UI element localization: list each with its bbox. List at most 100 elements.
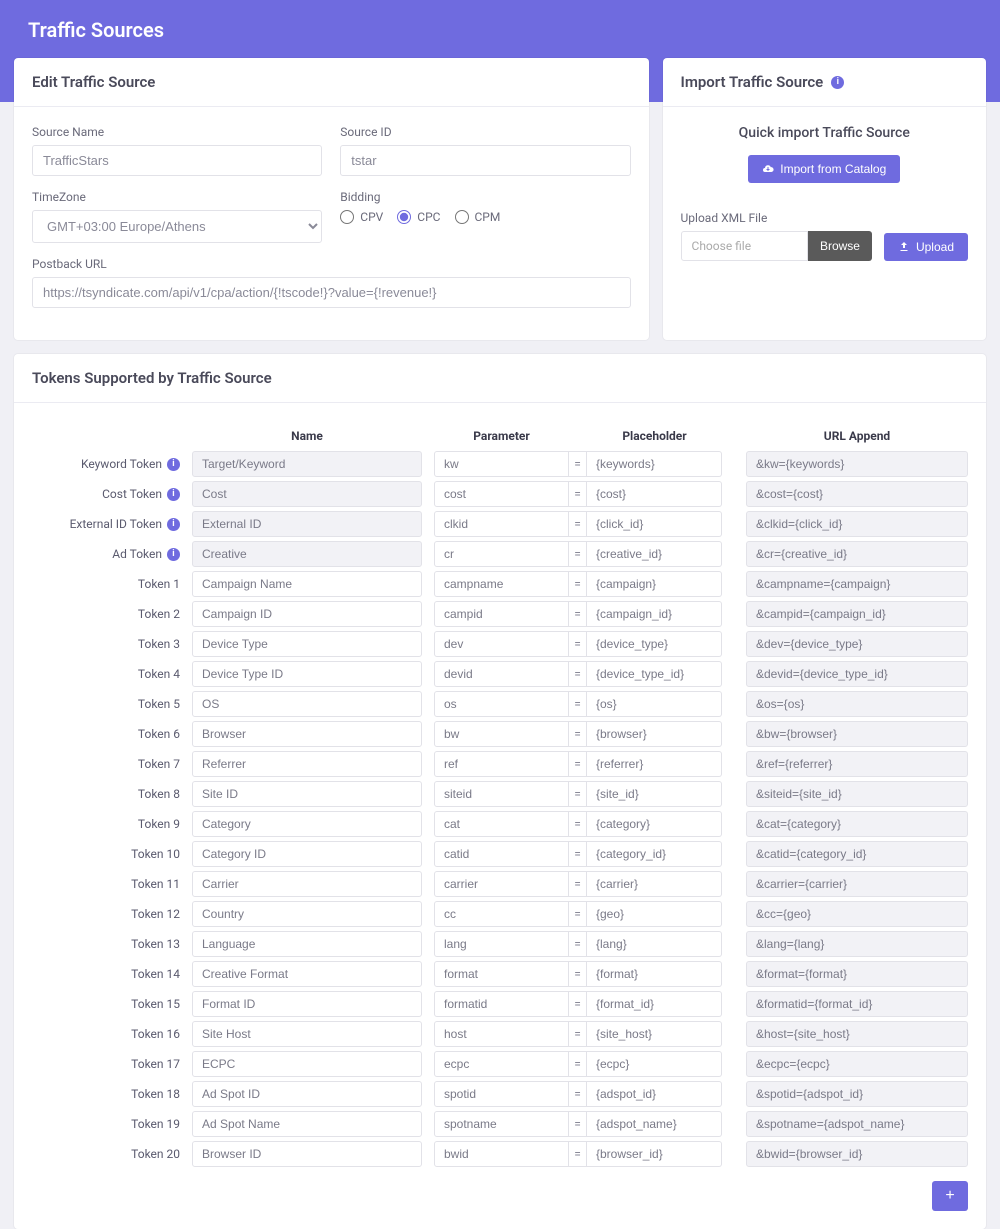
token-name-input[interactable] bbox=[192, 1111, 422, 1137]
token-url-append bbox=[746, 1051, 968, 1077]
token-placeholder-input[interactable] bbox=[587, 1021, 722, 1047]
token-param-input[interactable] bbox=[434, 991, 569, 1017]
token-param-input[interactable] bbox=[434, 511, 569, 537]
add-token-button[interactable]: + bbox=[932, 1181, 968, 1211]
token-name-input[interactable] bbox=[192, 541, 422, 567]
token-placeholder-input[interactable] bbox=[587, 691, 722, 717]
token-row-label: Token 15 bbox=[32, 997, 192, 1011]
source-id-input[interactable] bbox=[340, 145, 630, 176]
token-placeholder-input[interactable] bbox=[587, 571, 722, 597]
token-param-input[interactable] bbox=[434, 541, 569, 567]
token-name-input[interactable] bbox=[192, 1021, 422, 1047]
token-param-input[interactable] bbox=[434, 781, 569, 807]
token-placeholder-input[interactable] bbox=[587, 961, 722, 987]
token-param-input[interactable] bbox=[434, 871, 569, 897]
token-placeholder-input[interactable] bbox=[587, 1141, 722, 1167]
token-name-input[interactable] bbox=[192, 661, 422, 687]
token-placeholder-input[interactable] bbox=[587, 631, 722, 657]
token-placeholder-input[interactable] bbox=[587, 781, 722, 807]
token-param-input[interactable] bbox=[434, 811, 569, 837]
token-row-label: Token 20 bbox=[32, 1147, 192, 1161]
bidding-cpc[interactable]: CPC bbox=[397, 210, 440, 224]
token-placeholder-input[interactable] bbox=[587, 871, 722, 897]
token-name-input[interactable] bbox=[192, 841, 422, 867]
token-param-input[interactable] bbox=[434, 1051, 569, 1077]
bidding-cpm[interactable]: CPM bbox=[455, 210, 501, 224]
file-input[interactable]: Choose file bbox=[681, 231, 808, 261]
token-param-input[interactable] bbox=[434, 841, 569, 867]
token-placeholder-input[interactable] bbox=[587, 1051, 722, 1077]
token-name-input[interactable] bbox=[192, 781, 422, 807]
token-placeholder-input[interactable] bbox=[587, 931, 722, 957]
token-name-input[interactable] bbox=[192, 721, 422, 747]
token-name-input[interactable] bbox=[192, 631, 422, 657]
token-param-input[interactable] bbox=[434, 571, 569, 597]
token-param-input[interactable] bbox=[434, 1111, 569, 1137]
token-param-input[interactable] bbox=[434, 751, 569, 777]
token-param-input[interactable] bbox=[434, 961, 569, 987]
page-title: Traffic Sources bbox=[28, 18, 972, 42]
token-placeholder-input[interactable] bbox=[587, 601, 722, 627]
token-param-input[interactable] bbox=[434, 721, 569, 747]
token-param-input[interactable] bbox=[434, 601, 569, 627]
token-placeholder-input[interactable] bbox=[587, 721, 722, 747]
token-placeholder-input[interactable] bbox=[587, 511, 722, 537]
info-icon[interactable]: i bbox=[167, 458, 180, 471]
token-name-input[interactable] bbox=[192, 901, 422, 927]
token-placeholder-input[interactable] bbox=[587, 541, 722, 567]
token-name-input[interactable] bbox=[192, 571, 422, 597]
token-param-input[interactable] bbox=[434, 1021, 569, 1047]
token-placeholder-input[interactable] bbox=[587, 481, 722, 507]
token-name-input[interactable] bbox=[192, 811, 422, 837]
info-icon[interactable]: i bbox=[831, 76, 844, 89]
timezone-select[interactable]: GMT+03:00 Europe/Athens bbox=[32, 210, 322, 243]
token-name-input[interactable] bbox=[192, 751, 422, 777]
token-param-input[interactable] bbox=[434, 481, 569, 507]
token-name-input[interactable] bbox=[192, 961, 422, 987]
token-param-input[interactable] bbox=[434, 931, 569, 957]
source-name-input[interactable] bbox=[32, 145, 322, 176]
token-placeholder-input[interactable] bbox=[587, 901, 722, 927]
token-name-input[interactable] bbox=[192, 601, 422, 627]
equals-separator: = bbox=[569, 931, 587, 957]
token-param-input[interactable] bbox=[434, 691, 569, 717]
token-name-input[interactable] bbox=[192, 1051, 422, 1077]
token-placeholder-input[interactable] bbox=[587, 991, 722, 1017]
token-param-input[interactable] bbox=[434, 661, 569, 687]
token-url-append bbox=[746, 601, 968, 627]
token-param-input[interactable] bbox=[434, 1141, 569, 1167]
token-name-input[interactable] bbox=[192, 691, 422, 717]
info-icon[interactable]: i bbox=[167, 488, 180, 501]
token-placeholder-input[interactable] bbox=[587, 451, 722, 477]
equals-separator: = bbox=[569, 811, 587, 837]
upload-button[interactable]: Upload bbox=[884, 233, 968, 261]
tokens-card-title: Tokens Supported by Traffic Source bbox=[14, 354, 986, 403]
token-name-input[interactable] bbox=[192, 991, 422, 1017]
token-placeholder-input[interactable] bbox=[587, 661, 722, 687]
token-placeholder-input[interactable] bbox=[587, 1081, 722, 1107]
token-placeholder-input[interactable] bbox=[587, 751, 722, 777]
info-icon[interactable]: i bbox=[167, 548, 180, 561]
token-param-input[interactable] bbox=[434, 901, 569, 927]
token-param-input[interactable] bbox=[434, 631, 569, 657]
info-icon[interactable]: i bbox=[167, 518, 180, 531]
token-placeholder-input[interactable] bbox=[587, 1111, 722, 1137]
token-param-input[interactable] bbox=[434, 1081, 569, 1107]
token-placeholder-input[interactable] bbox=[587, 841, 722, 867]
postback-input[interactable] bbox=[32, 277, 631, 308]
equals-separator: = bbox=[569, 901, 587, 927]
import-from-catalog-button[interactable]: Import from Catalog bbox=[748, 155, 900, 183]
bidding-cpv[interactable]: CPV bbox=[340, 210, 383, 224]
token-name-input[interactable] bbox=[192, 871, 422, 897]
token-name-input[interactable] bbox=[192, 1081, 422, 1107]
token-name-input[interactable] bbox=[192, 931, 422, 957]
token-name-input[interactable] bbox=[192, 511, 422, 537]
token-name-input[interactable] bbox=[192, 481, 422, 507]
tokens-header-row: Name Parameter Placeholder URL Append bbox=[32, 421, 968, 451]
browse-button[interactable]: Browse bbox=[808, 231, 872, 261]
token-row: Token 18 = bbox=[32, 1081, 968, 1107]
token-name-input[interactable] bbox=[192, 1141, 422, 1167]
token-param-input[interactable] bbox=[434, 451, 569, 477]
token-name-input[interactable] bbox=[192, 451, 422, 477]
token-placeholder-input[interactable] bbox=[587, 811, 722, 837]
